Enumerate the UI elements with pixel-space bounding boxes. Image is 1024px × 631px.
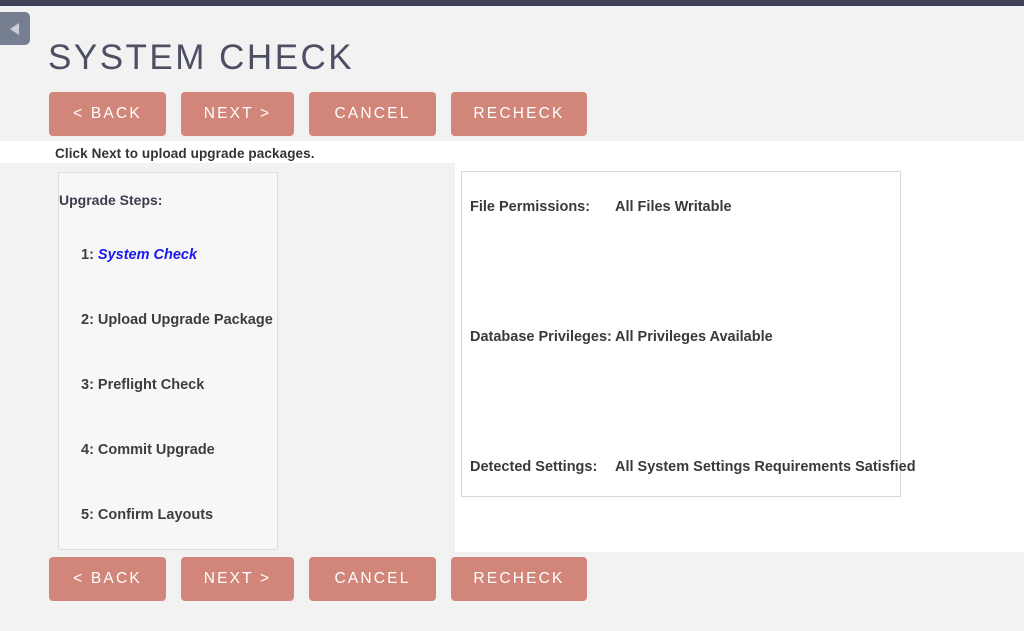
sidebar-collapse-tab[interactable] — [0, 12, 30, 45]
recheck-button-top[interactable]: RECHECK — [451, 92, 587, 136]
step-number-2: 2: — [81, 312, 98, 328]
result-row-detected-settings: Detected Settings: All System Settings R… — [470, 459, 916, 475]
upgrade-steps-panel: Upgrade Steps: 1: System Check 2: Upload… — [58, 172, 278, 550]
step-number-1: 1: — [81, 247, 98, 263]
upgrade-steps-list: 1: System Check 2: Upload Upgrade Packag… — [81, 248, 273, 573]
step-label-2: Upload Upgrade Package — [97, 312, 273, 328]
next-button-top[interactable]: NEXT > — [181, 92, 294, 136]
toolbar-bottom: < BACK NEXT > CANCEL RECHECK — [49, 557, 587, 601]
step-item-4: 4: Commit Upgrade — [81, 443, 271, 508]
result-value-database-privileges: All Privileges Available — [615, 329, 773, 345]
toolbar-top: < BACK NEXT > CANCEL RECHECK — [49, 92, 587, 136]
result-label-detected-settings: Detected Settings: — [470, 459, 598, 475]
cancel-button-bottom[interactable]: CANCEL — [309, 557, 436, 601]
step-label-1[interactable]: System Check — [98, 247, 197, 263]
cancel-button-top[interactable]: CANCEL — [309, 92, 436, 136]
top-accent-bar — [0, 0, 1024, 6]
result-row-file-permissions: File Permissions: All Files Writable — [470, 199, 900, 215]
triangle-left-icon — [10, 22, 19, 35]
step-number-3: 3: — [81, 377, 98, 393]
back-button-top[interactable]: < BACK — [49, 92, 166, 136]
app-window: SYSTEM CHECK < BACK NEXT > CANCEL RECHEC… — [0, 0, 1024, 631]
recheck-button-bottom[interactable]: RECHECK — [451, 557, 587, 601]
page-title: SYSTEM CHECK — [48, 38, 355, 77]
result-label-database-privileges: Database Privileges: — [470, 329, 612, 345]
step-item-1[interactable]: 1: System Check — [81, 248, 271, 313]
system-check-results-panel: File Permissions: All Files Writable Dat… — [461, 171, 916, 497]
upgrade-steps-title: Upgrade Steps: — [59, 192, 163, 208]
step-label-5: Confirm Layouts — [97, 507, 214, 523]
notice-message: Click Next to upload upgrade packages. — [55, 146, 315, 161]
result-row-database-privileges: Database Privileges: All Privileges Avai… — [470, 329, 900, 345]
step-label-3: Preflight Check — [97, 377, 205, 393]
back-button-bottom[interactable]: < BACK — [49, 557, 166, 601]
result-label-file-permissions: File Permissions: — [470, 199, 591, 215]
next-button-bottom[interactable]: NEXT > — [181, 557, 294, 601]
result-value-detected-settings: All System Settings Requirements Satisfi… — [615, 459, 916, 475]
step-number-5: 5: — [81, 507, 98, 523]
step-number-4: 4: — [81, 442, 98, 458]
result-value-file-permissions: All Files Writable — [615, 199, 732, 215]
step-label-4: Commit Upgrade — [97, 442, 215, 458]
step-item-3: 3: Preflight Check — [81, 378, 271, 443]
step-item-2: 2: Upload Upgrade Package — [81, 312, 273, 378]
